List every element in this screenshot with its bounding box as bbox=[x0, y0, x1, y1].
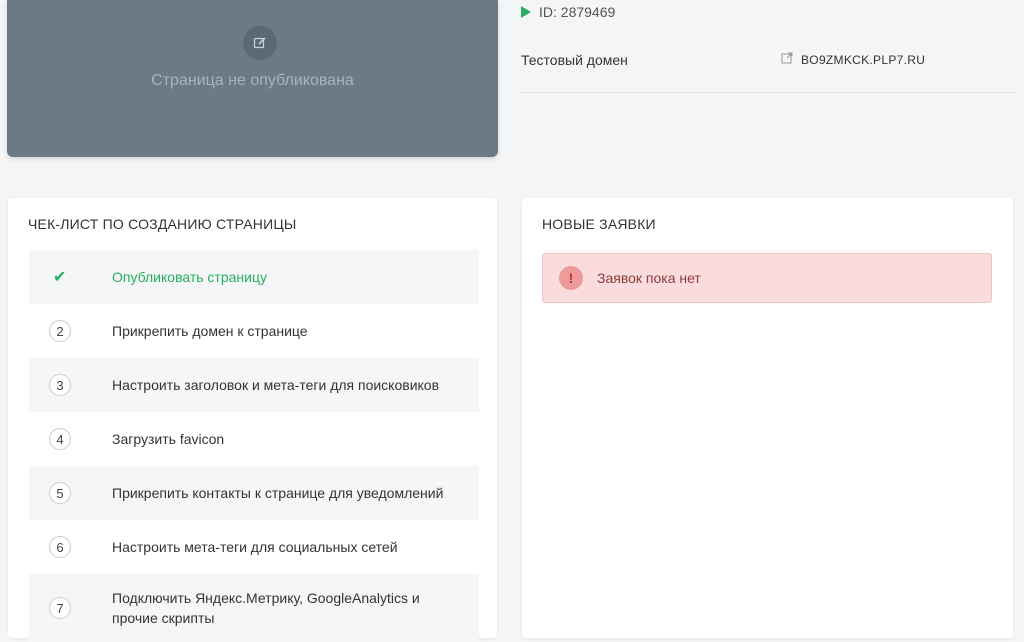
play-icon bbox=[521, 6, 531, 18]
requests-title: НОВЫЕ ЗАЯВКИ bbox=[542, 216, 656, 232]
page-id: ID: 2879469 bbox=[521, 4, 615, 20]
step-number: 5 bbox=[49, 482, 71, 504]
page-preview[interactable]: Страница не опубликована bbox=[7, 0, 498, 157]
external-link-icon bbox=[781, 52, 793, 67]
test-domain-value: BO9ZMKCK.PLP7.RU bbox=[801, 52, 926, 67]
requests-card: НОВЫЕ ЗАЯВКИ ! Заявок пока нет bbox=[522, 198, 1013, 638]
step-number: 7 bbox=[49, 597, 71, 619]
checklist-item-favicon[interactable]: 4 Загрузить favicon bbox=[29, 412, 479, 466]
checklist-item-label: Прикрепить контакты к странице для уведо… bbox=[112, 485, 444, 501]
checklist-item-publish[interactable]: ✔ Опубликовать страницу bbox=[29, 250, 479, 304]
checkmark-icon: ✔ bbox=[53, 269, 67, 286]
page-info: ID: 2879469 Тестовый домен BO9ZMKCK.PLP7… bbox=[521, 0, 1015, 93]
step-number: 4 bbox=[49, 428, 71, 450]
alert-icon: ! bbox=[559, 266, 583, 290]
step-number: 3 bbox=[49, 374, 71, 396]
test-domain-label: Тестовый домен bbox=[521, 52, 628, 68]
checklist-item-label: Прикрепить домен к странице bbox=[112, 323, 308, 339]
checklist-item-label: Подключить Яндекс.Метрику, GoogleAnalyti… bbox=[112, 590, 420, 626]
checklist-item-seo[interactable]: 3 Настроить заголовок и мета-теги для по… bbox=[29, 358, 479, 412]
unpublished-status: Страница не опубликована bbox=[151, 72, 354, 89]
checklist-item-label: Настроить мета-теги для социальных сетей bbox=[112, 539, 398, 555]
checklist-item-analytics[interactable]: 7 Подключить Яндекс.Метрику, GoogleAnaly… bbox=[29, 574, 479, 642]
checklist-item-domain[interactable]: 2 Прикрепить домен к странице bbox=[29, 304, 479, 358]
page-id-text: ID: 2879469 bbox=[539, 4, 616, 20]
alert-text: Заявок пока нет bbox=[597, 270, 701, 286]
divider bbox=[521, 92, 1015, 93]
checklist-item-contacts[interactable]: 5 Прикрепить контакты к странице для уве… bbox=[29, 466, 479, 520]
edit-icon[interactable] bbox=[243, 26, 277, 60]
checklist-item-label: Загрузить favicon bbox=[112, 431, 225, 447]
checklist-item-label: Опубликовать страницу bbox=[112, 269, 267, 285]
step-number: 6 bbox=[49, 536, 71, 558]
test-domain-link[interactable]: BO9ZMKCK.PLP7.RU bbox=[781, 52, 925, 67]
step-number: 2 bbox=[49, 320, 71, 342]
checklist-title: ЧЕК-ЛИСТ ПО СОЗДАНИЮ СТРАНИЦЫ bbox=[28, 216, 297, 232]
empty-requests-alert: ! Заявок пока нет bbox=[542, 253, 992, 303]
checklist-item-social[interactable]: 6 Настроить мета-теги для социальных сет… bbox=[29, 520, 479, 574]
checklist-card: ЧЕК-ЛИСТ ПО СОЗДАНИЮ СТРАНИЦЫ ✔ Опублико… bbox=[8, 198, 497, 642]
checklist-item-label: Настроить заголовок и мета-теги для поис… bbox=[112, 377, 440, 393]
checklist: ✔ Опубликовать страницу 2 Прикрепить дом… bbox=[29, 250, 479, 642]
